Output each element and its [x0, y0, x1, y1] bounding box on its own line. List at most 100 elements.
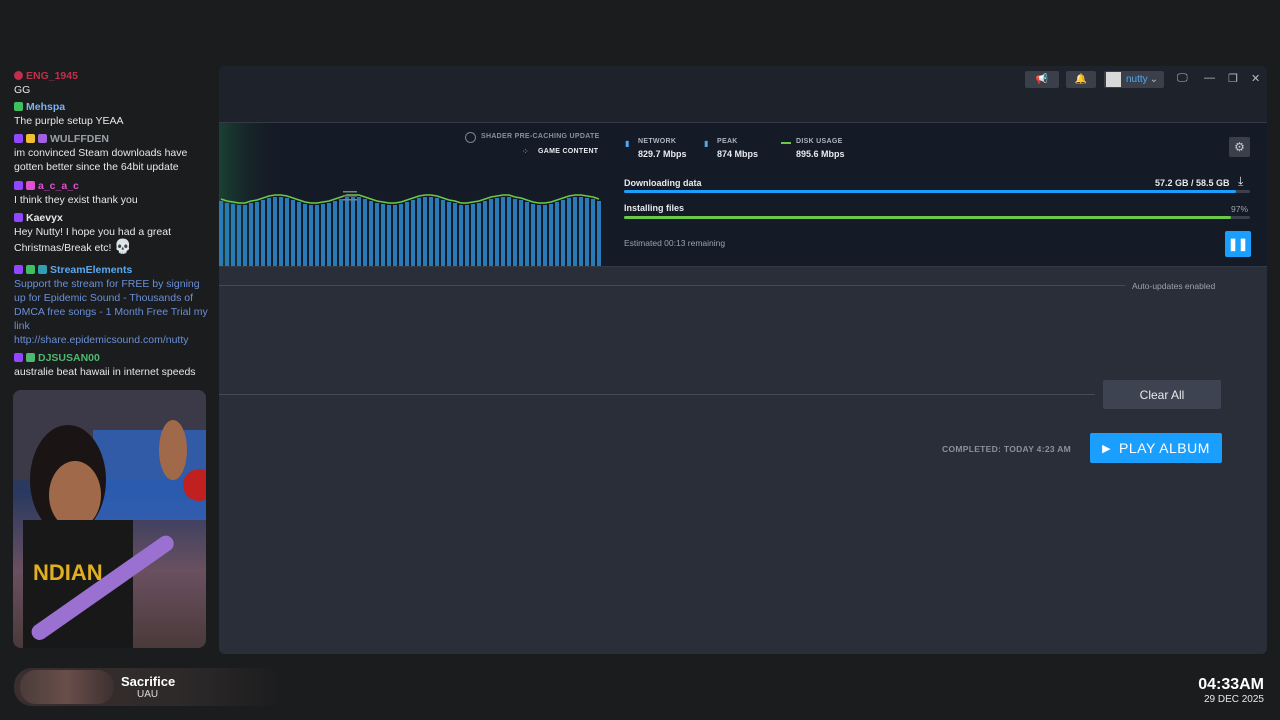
installing-label: Installing files: [624, 203, 685, 213]
graph-bar: [219, 201, 223, 266]
chat-panel: ENG_1945 GG Mehspa The purple setup YEAA…: [0, 66, 215, 382]
graph-bar: [357, 197, 361, 266]
graph-bar: [249, 203, 253, 266]
graph-bar: [519, 200, 523, 266]
monitor-icon[interactable]: 🖵: [1177, 72, 1188, 85]
shield-badge-icon: [26, 353, 35, 362]
heart-badge-icon: [26, 181, 35, 190]
twitch-badge-icon: [14, 213, 23, 222]
graph-bar: [501, 197, 505, 266]
graph-bar: [393, 205, 397, 266]
chat-link[interactable]: http://share.epidemicsound.com/nutty: [14, 334, 189, 346]
graph-bar: [243, 205, 247, 266]
skull-emote-icon: 💀: [114, 238, 132, 254]
graph-bar: [375, 203, 379, 266]
graph-bar: [591, 199, 595, 266]
graph-bar: [273, 197, 277, 266]
network-label: NETWORK: [638, 138, 677, 145]
album-art: [20, 670, 114, 704]
chat-message: DJSUSAN00 australie beat hawaii in inter…: [14, 351, 210, 379]
estimated-time: Estimated 00:13 remaining: [624, 238, 726, 248]
graph-bar: [339, 199, 343, 266]
loading-icon: ⁘: [522, 147, 529, 156]
chat-text: im convinced Steam downloads have gotten…: [14, 147, 188, 173]
clear-all-button[interactable]: Clear All: [1103, 380, 1221, 409]
graph-bar: [597, 201, 601, 266]
downloading-progress-bar: [624, 190, 1250, 193]
user-menu-button[interactable]: nutty ⌄: [1104, 71, 1164, 88]
chat-username: DJSUSAN00: [38, 352, 100, 364]
settings-button[interactable]: ⚙: [1229, 137, 1250, 157]
play-label: PLAY ALBUM: [1119, 440, 1210, 456]
graph-bar: [447, 202, 451, 266]
graph-bar: [399, 204, 403, 266]
peak-label: PEAK: [717, 138, 738, 145]
graph-bar: [429, 197, 433, 266]
graph-bar: [513, 199, 517, 266]
minimize-button[interactable]: —: [1204, 72, 1215, 84]
chat-username: Kaevyx: [26, 212, 63, 224]
graph-bar: [237, 205, 241, 266]
graph-bar: [285, 198, 289, 266]
bell-icon: 🔔: [1074, 74, 1088, 85]
graph-bar: [297, 202, 301, 266]
megaphone-icon: 📢: [1035, 74, 1049, 85]
notifications-button[interactable]: 🔔: [1066, 71, 1096, 88]
graph-bar: [567, 198, 571, 266]
username: nutty: [1126, 74, 1148, 85]
graph-bar: [477, 203, 481, 266]
menu-icon: [343, 191, 357, 201]
chat-text: australie beat hawaii in internet speeds: [14, 366, 196, 378]
bot-badge-icon: [26, 265, 35, 274]
chat-message: ENG_1945 GG: [14, 69, 210, 97]
mod-badge-icon: [38, 265, 47, 274]
chat-message: Mehspa The purple setup YEAA: [14, 100, 210, 128]
close-button[interactable]: ✕: [1251, 72, 1260, 85]
peak-bars-icon: ▮: [704, 139, 709, 148]
graph-bar: [255, 202, 259, 266]
song-title: Sacrifice: [121, 674, 176, 689]
play-album-button[interactable]: ▶ PLAY ALBUM: [1090, 433, 1222, 463]
webcam-feed: NDIAN: [13, 390, 206, 648]
announcement-button[interactable]: 📢: [1025, 71, 1059, 88]
graph-bar: [585, 198, 589, 266]
chat-text: I think they exist thank you: [14, 194, 138, 206]
pause-button[interactable]: ❚❚: [1225, 231, 1251, 257]
crown-badge-icon: [26, 134, 35, 143]
graph-bar: [291, 200, 295, 266]
badge-icon: [14, 71, 23, 80]
shader-icon: [465, 132, 476, 143]
graph-bar: [333, 201, 337, 266]
graph-bar: [225, 203, 229, 266]
graph-bar: [345, 197, 349, 266]
chat-username: a_c_a_c: [38, 180, 79, 192]
maximize-button[interactable]: ❐: [1228, 72, 1238, 85]
graph-bar: [279, 197, 283, 266]
section-divider: [219, 394, 1095, 395]
graph-bar: [555, 202, 559, 266]
download-panel: SHADER PRE-CACHING UPDATE ⁘ GAME CONTENT…: [219, 122, 1267, 267]
peak-value: 874 Mbps: [717, 149, 759, 159]
chat-text: GG: [14, 84, 31, 96]
downloading-label: Downloading data: [624, 178, 702, 188]
graph-bar: [579, 197, 583, 266]
graph-bar: [495, 198, 499, 266]
graph-bar: [537, 205, 541, 266]
graph-bar: [381, 204, 385, 266]
graph-bar: [531, 204, 535, 266]
graph-bar: [489, 199, 493, 266]
chat-message: WULFFDEN im convinced Steam downloads ha…: [14, 132, 210, 174]
graph-bar: [453, 203, 457, 266]
graph-bar: [351, 197, 355, 266]
chat-text: The purple setup YEAA: [14, 115, 124, 127]
clock-time: 04:33AM: [1198, 676, 1264, 693]
graph-bar: [261, 200, 265, 266]
chat-username: StreamElements: [50, 264, 133, 276]
twitch-badge-icon: [14, 181, 23, 190]
graph-bar: [231, 204, 235, 266]
graph-bar: [441, 200, 445, 266]
chat-text: Hey Nutty! I hope you had a great Christ…: [14, 226, 172, 254]
gear-icon: ⚙: [1234, 140, 1245, 154]
graph-bar: [309, 205, 313, 266]
twitch-badge-icon: [14, 265, 23, 274]
